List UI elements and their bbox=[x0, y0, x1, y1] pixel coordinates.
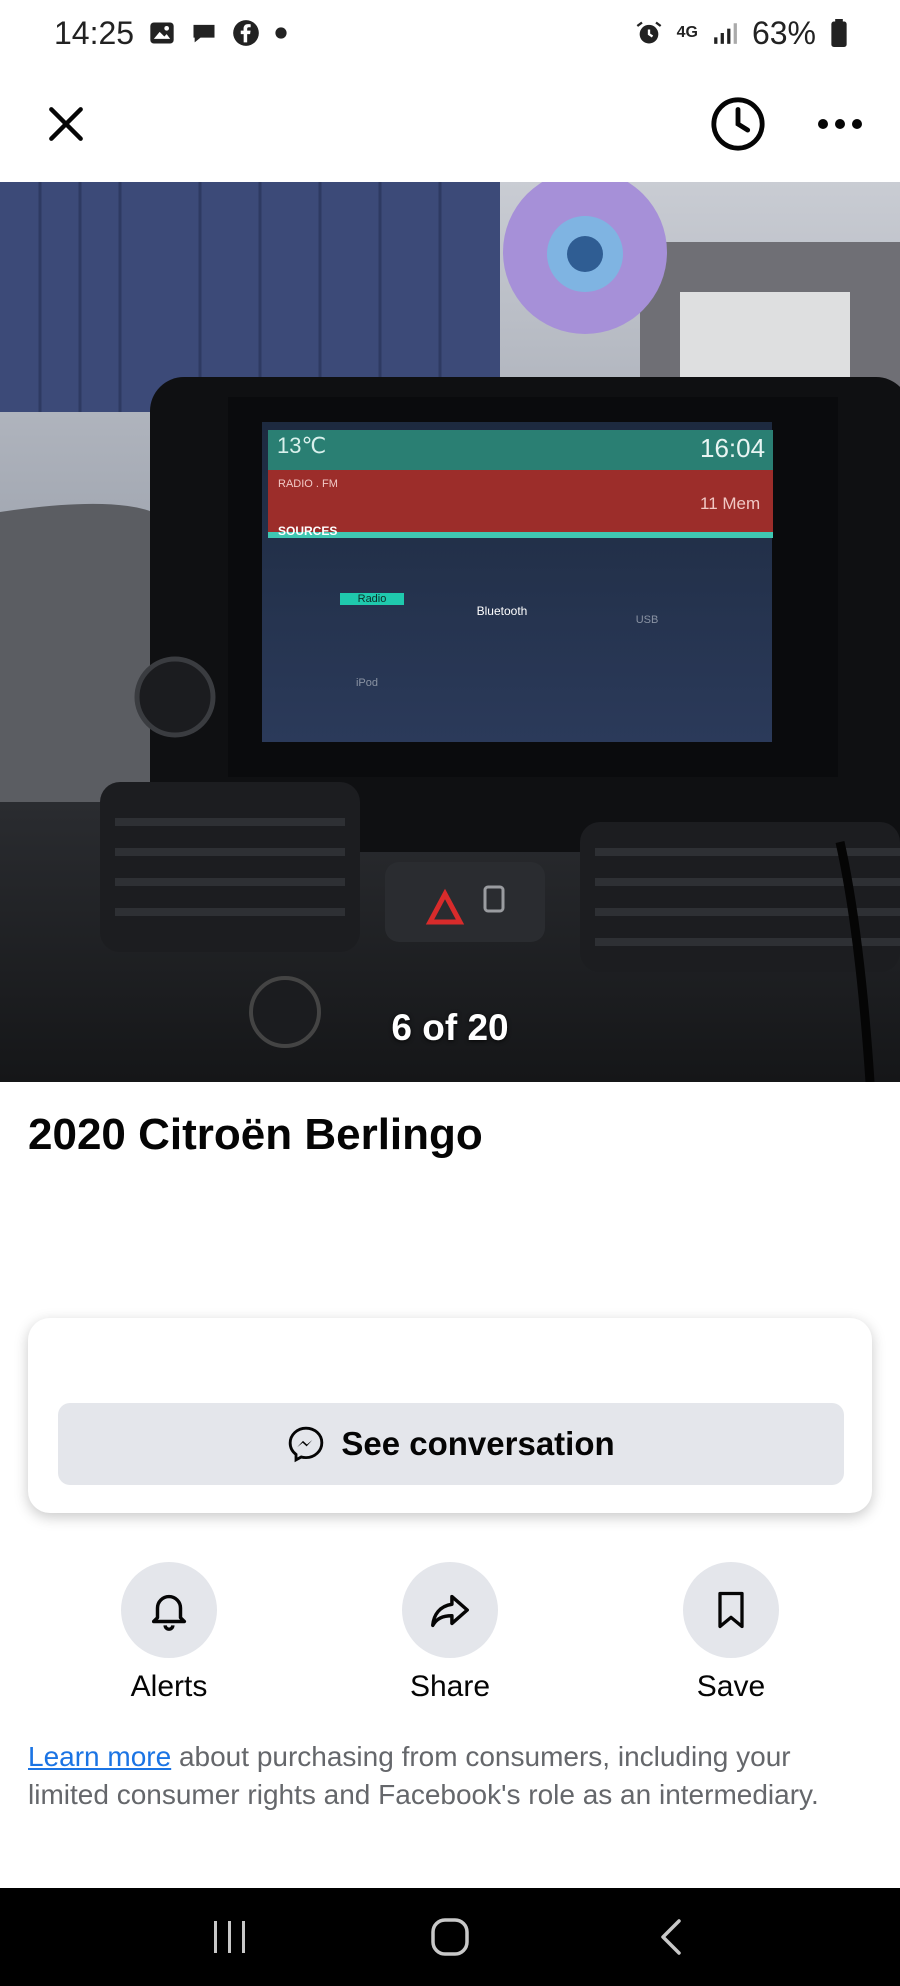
close-button[interactable] bbox=[34, 92, 98, 156]
share-icon bbox=[431, 1594, 469, 1628]
listing-photo[interactable]: 13℃ 16:04 RADIO . FM 11 Mem SOURCES Radi… bbox=[0, 182, 900, 1082]
status-time: 14:25 bbox=[54, 14, 135, 51]
screen-source-ipod: iPod bbox=[355, 677, 379, 689]
share-label: Share bbox=[409, 1670, 491, 1703]
app-bar bbox=[0, 66, 900, 182]
photo-illustration bbox=[0, 182, 900, 1082]
alerts-label: Alerts bbox=[130, 1670, 208, 1703]
signal-icon bbox=[712, 20, 738, 46]
screen-source-radio: Radio bbox=[340, 593, 404, 605]
save-button[interactable]: Save bbox=[641, 1562, 821, 1704]
screen-source-usb: USB bbox=[635, 614, 659, 626]
alerts-circle bbox=[121, 1562, 217, 1658]
bell-icon bbox=[151, 1594, 187, 1631]
see-conversation-label: See conversation bbox=[341, 1425, 615, 1462]
learn-more-link[interactable]: Learn more bbox=[28, 1741, 171, 1772]
back-icon bbox=[661, 1919, 681, 1955]
see-conversation-button[interactable]: See conversation bbox=[58, 1403, 844, 1485]
back-button[interactable] bbox=[630, 1897, 710, 1977]
photo-counter: 6 of 20 bbox=[391, 1007, 509, 1048]
save-circle bbox=[683, 1562, 779, 1658]
home-button[interactable] bbox=[410, 1897, 490, 1977]
recents-button[interactable] bbox=[190, 1897, 270, 1977]
battery-percent: 63% bbox=[751, 14, 816, 51]
disclaimer: Learn more about purchasing from consume… bbox=[28, 1738, 868, 1814]
share-button[interactable]: Share bbox=[360, 1562, 540, 1704]
share-circle bbox=[402, 1562, 498, 1658]
alarm-icon bbox=[635, 19, 663, 47]
battery-icon bbox=[830, 19, 848, 47]
app-bar-actions bbox=[706, 92, 872, 156]
save-label: Save bbox=[696, 1670, 766, 1703]
alerts-button[interactable]: Alerts bbox=[79, 1562, 259, 1704]
dot-icon bbox=[274, 26, 288, 40]
bookmark-icon bbox=[718, 1591, 744, 1629]
screen-sources-label: SOURCES bbox=[278, 524, 338, 538]
listing-title: 2020 Citroën Berlingo bbox=[28, 1110, 483, 1159]
messenger-icon bbox=[289, 1426, 324, 1463]
more-options-button[interactable] bbox=[808, 92, 872, 156]
system-nav-bar bbox=[0, 1888, 900, 1986]
home-icon bbox=[431, 1918, 469, 1956]
messages-icon bbox=[190, 19, 218, 47]
history-button[interactable] bbox=[706, 92, 770, 156]
screen-temperature: 13℃ bbox=[277, 433, 327, 458]
status-right: 4G 63% bbox=[635, 15, 848, 52]
facebook-icon bbox=[232, 19, 260, 47]
gallery-icon bbox=[148, 19, 176, 47]
clock-icon bbox=[711, 97, 765, 151]
screen-memory: 11 Mem bbox=[700, 494, 761, 513]
status-bar: 14:25 4G 63% bbox=[0, 0, 900, 66]
recents-icon bbox=[214, 1921, 245, 1953]
screen-clock: 16:04 bbox=[700, 433, 766, 463]
close-icon bbox=[49, 107, 83, 141]
more-icon bbox=[818, 119, 862, 129]
status-left: 14:25 bbox=[54, 15, 288, 52]
network-type: 4G bbox=[676, 24, 698, 41]
screen-band: RADIO . FM bbox=[278, 478, 338, 490]
screen-source-bluetooth: Bluetooth bbox=[476, 604, 528, 618]
action-row: Alerts Share Save bbox=[0, 1562, 900, 1712]
message-card: See conversation bbox=[28, 1318, 872, 1513]
